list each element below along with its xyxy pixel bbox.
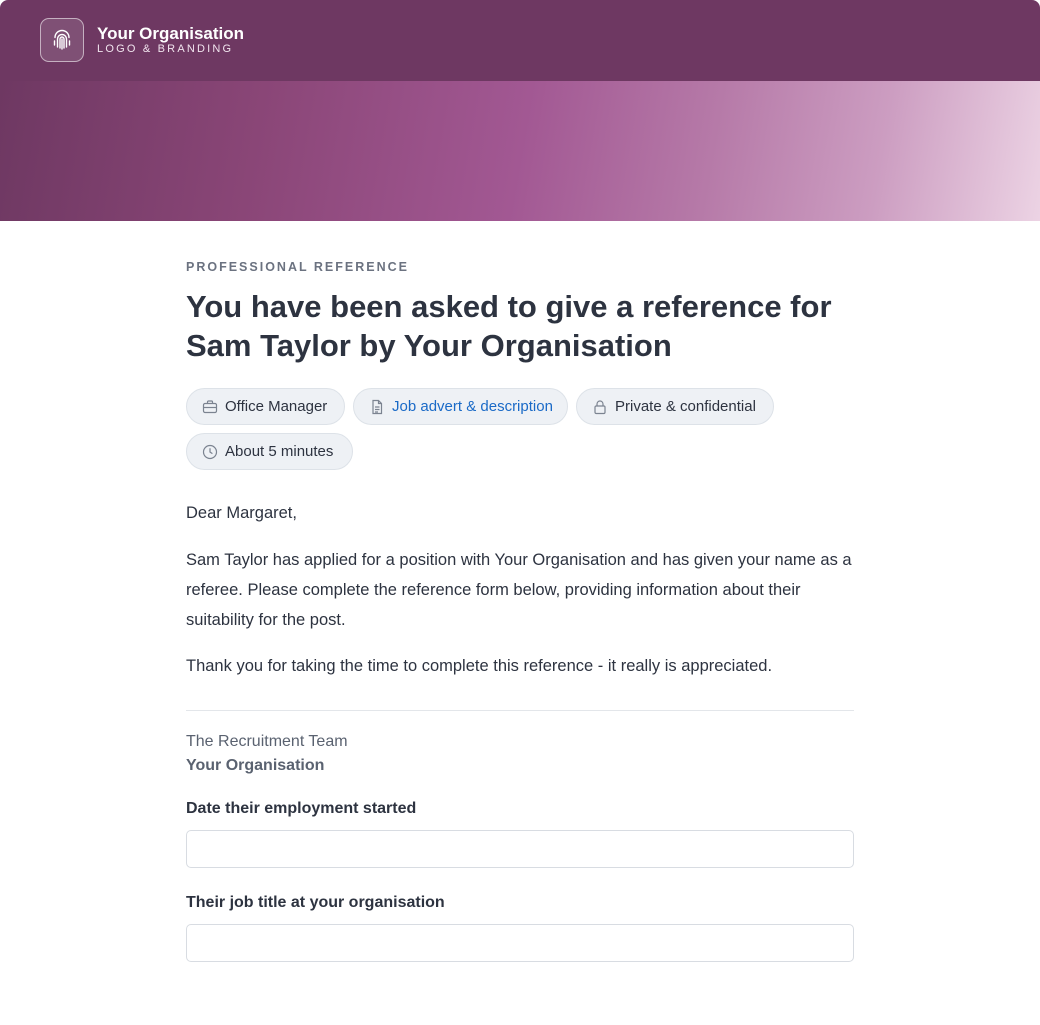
fingerprint-icon — [53, 29, 71, 50]
signature-team: The Recruitment Team — [186, 733, 348, 750]
thanks-text: Thank you for taking the time to complet… — [186, 657, 773, 675]
lock-icon — [594, 399, 606, 414]
role-chip: Office Manager — [186, 388, 345, 425]
greeting: Dear Margaret, — [186, 504, 297, 522]
page-title: You have been asked to give a reference … — [186, 289, 832, 363]
duration-chip-label: About 5 minutes — [225, 443, 334, 460]
job-title-input[interactable] — [186, 924, 854, 962]
document-icon — [372, 399, 383, 414]
org-subtitle: LOGO & BRANDING — [97, 43, 234, 55]
privacy-chip-label: Private & confidential — [615, 398, 756, 415]
job-advert-chip[interactable]: Job advert & description — [353, 388, 568, 425]
letter-body: Sam Taylor has applied for a position wi… — [186, 551, 852, 629]
job-advert-link[interactable]: Job advert & description — [392, 398, 553, 415]
duration-chip: About 5 minutes — [186, 433, 353, 470]
role-chip-label: Office Manager — [225, 398, 328, 415]
header-bar: Your Organisation LOGO & BRANDING — [0, 0, 1040, 81]
clock-icon — [202, 444, 218, 459]
privacy-chip: Private & confidential — [576, 388, 774, 425]
start-date-input[interactable] — [186, 830, 854, 868]
org-logo — [40, 18, 84, 62]
signature-org: Your Organisation — [186, 757, 325, 774]
eyebrow-label: PROFESSIONAL REFERENCE — [186, 260, 409, 274]
start-date-label: Date their employment started — [186, 800, 417, 817]
divider — [186, 710, 854, 711]
job-title-label: Their job title at your organisation — [186, 894, 445, 911]
briefcase-icon — [202, 399, 218, 413]
org-name: Your Organisation — [97, 24, 245, 43]
hero-banner — [0, 81, 1040, 221]
